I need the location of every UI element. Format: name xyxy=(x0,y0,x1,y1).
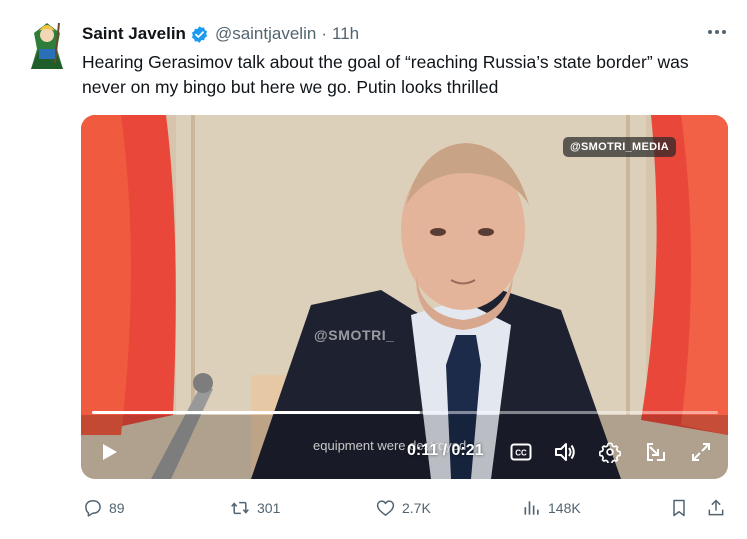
reply-icon xyxy=(85,500,101,517)
svg-text:CC: CC xyxy=(515,449,527,458)
avatar[interactable] xyxy=(25,19,69,72)
repost-count: 301 xyxy=(257,500,281,516)
bookmark-button[interactable] xyxy=(669,495,695,521)
verified-badge-icon xyxy=(190,25,209,44)
share-icon xyxy=(708,499,724,516)
repost-button[interactable]: 301 xyxy=(229,495,280,521)
tweet-text: Hearing Gerasimov talk about the goal of… xyxy=(82,52,689,97)
display-name[interactable]: Saint Javelin xyxy=(82,24,186,44)
bookmark-icon xyxy=(673,499,685,517)
share-button[interactable] xyxy=(706,495,732,521)
timestamp[interactable]: 11h xyxy=(332,24,359,44)
picture-in-picture-icon[interactable] xyxy=(644,440,668,464)
settings-gear-icon[interactable] xyxy=(598,440,622,464)
volume-icon[interactable] xyxy=(552,440,578,464)
tweet-header: Saint Javelin @saintjavelin · 11h xyxy=(82,22,359,46)
watermark-top: @SMOTRI_MEDIA xyxy=(563,137,676,157)
handle[interactable]: @saintjavelin xyxy=(215,24,316,44)
repost-icon xyxy=(231,501,249,515)
action-bar: 89 301 2.7K 148K xyxy=(0,495,747,521)
progress-fill xyxy=(92,411,421,414)
analytics-icon xyxy=(524,501,539,515)
time-display: 0:11 / 0:21 xyxy=(407,442,484,459)
video-player[interactable] xyxy=(81,115,728,479)
progress-bar[interactable] xyxy=(92,411,718,414)
fullscreen-icon[interactable] xyxy=(689,440,713,464)
tweet-card: Saint Javelin @saintjavelin · 11h Hearin… xyxy=(0,0,747,539)
reply-button[interactable]: 89 xyxy=(83,495,125,521)
play-icon[interactable] xyxy=(97,440,121,464)
views-button[interactable]: 148K xyxy=(522,495,581,521)
more-options-icon[interactable] xyxy=(704,22,730,42)
separator-dot: · xyxy=(321,24,327,43)
video-frame xyxy=(81,115,728,479)
heart-icon xyxy=(376,500,395,516)
like-button[interactable]: 2.7K xyxy=(375,495,431,521)
captions-icon[interactable]: CC xyxy=(509,441,533,463)
reply-count: 89 xyxy=(109,500,125,516)
watermark-mid: @SMOTRI_ xyxy=(314,327,395,343)
like-count: 2.7K xyxy=(402,500,431,516)
view-count: 148K xyxy=(548,500,581,516)
